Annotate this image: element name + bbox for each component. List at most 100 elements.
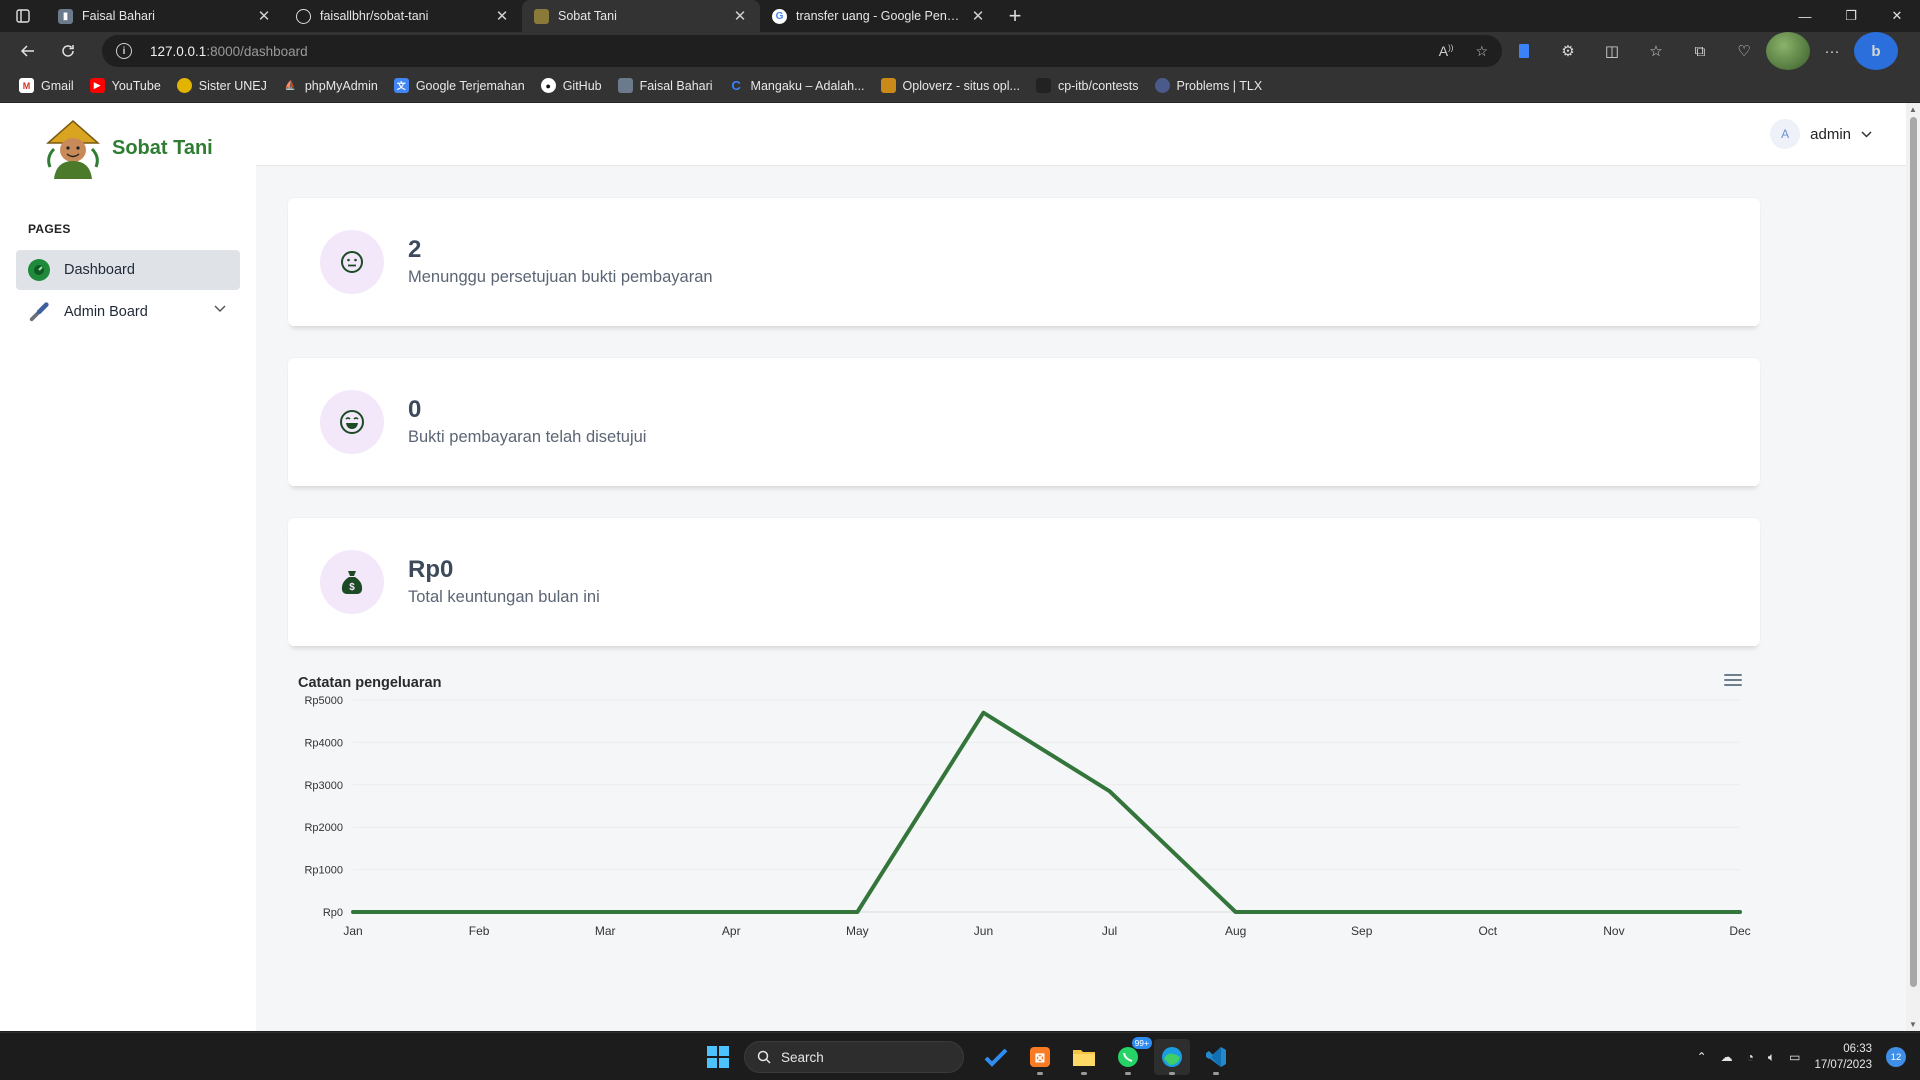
windows-taskbar: Search ⊠ 99+ ⌃ ☁ ◔ 🔈︎ ▭ 06:33 17/07/2023 bbox=[0, 1032, 1920, 1080]
github-favicon-icon bbox=[296, 8, 311, 24]
tab-title: Faisal Bahari bbox=[82, 9, 155, 23]
bookmark-faisal-bahari[interactable]: Faisal Bahari bbox=[611, 73, 720, 99]
chevron-up-icon[interactable]: ⌃ bbox=[1697, 1050, 1707, 1064]
stat-label: Total keuntungan bulan ini bbox=[408, 588, 600, 606]
collections-icon[interactable]: ⧉ bbox=[1678, 32, 1722, 70]
search-placeholder: Search bbox=[781, 1049, 824, 1065]
bookmark-google-translate[interactable]: 文 Google Terjemahan bbox=[387, 73, 532, 99]
phpmyadmin-icon: ⛵ bbox=[284, 80, 296, 90]
url-text: 127.0.0.1:8000/dashboard bbox=[150, 43, 308, 59]
brand[interactable]: Sobat Tani bbox=[40, 117, 213, 179]
battery-icon[interactable]: ▭ bbox=[1789, 1050, 1800, 1064]
taskbar-search[interactable]: Search bbox=[744, 1041, 964, 1073]
bookmark-mangaku[interactable]: C Mangaku – Adalah... bbox=[722, 73, 872, 99]
unej-icon bbox=[176, 78, 192, 93]
sidebar-item-admin-board[interactable]: Admin Board bbox=[16, 292, 240, 332]
oploverz-icon bbox=[880, 78, 896, 93]
farmer-logo-icon bbox=[40, 117, 106, 179]
restore-icon[interactable]: ❐ bbox=[1828, 0, 1874, 32]
bookmark-github[interactable]: ● GitHub bbox=[534, 73, 609, 99]
bookmark-youtube[interactable]: ▶ YouTube bbox=[83, 73, 168, 99]
edge-browser-icon[interactable] bbox=[1154, 1039, 1190, 1075]
bookmark-sister-unej[interactable]: Sister UNEJ bbox=[170, 73, 274, 99]
y-tick-label: Rp1000 bbox=[304, 865, 343, 877]
sidebar-item-dashboard[interactable]: Dashboard bbox=[16, 250, 240, 290]
refresh-icon[interactable] bbox=[48, 35, 88, 67]
browser-essentials-icon[interactable]: ♡ bbox=[1722, 32, 1766, 70]
back-icon[interactable] bbox=[8, 35, 48, 67]
chevron-down-icon[interactable] bbox=[214, 304, 226, 316]
close-window-icon[interactable]: ✕ bbox=[1874, 0, 1920, 32]
scrollbar-thumb[interactable] bbox=[1910, 117, 1917, 987]
user-menu[interactable]: A admin bbox=[1770, 119, 1872, 149]
xampp-icon[interactable]: ⊠ bbox=[1022, 1039, 1058, 1075]
onedrive-cloud-icon[interactable]: ☁ bbox=[1721, 1050, 1733, 1064]
split-screen-icon[interactable]: ◫ bbox=[1590, 32, 1634, 70]
extensions-puzzle-icon[interactable]: ⚙ bbox=[1546, 32, 1590, 70]
read-aloud-icon[interactable]: A)) bbox=[1439, 43, 1454, 59]
translate-icon: 文 bbox=[393, 78, 409, 93]
whatsapp-icon[interactable]: 99+ bbox=[1110, 1037, 1152, 1075]
clock-time: 06:33 bbox=[1843, 1043, 1872, 1055]
window-controls: — ❐ ✕ bbox=[1782, 0, 1920, 32]
bookmark-phpmyadmin[interactable]: ⛵ phpMyAdmin bbox=[276, 73, 385, 99]
tab-close-icon[interactable]: ✕ bbox=[732, 7, 748, 25]
site-info-icon[interactable]: i bbox=[116, 43, 132, 59]
data-point bbox=[1613, 911, 1615, 913]
browser-tab[interactable]: G transfer uang - Google Penelusuran ✕ bbox=[760, 0, 998, 32]
profile-avatar[interactable] bbox=[1766, 32, 1810, 70]
wifi-icon[interactable]: ◔ bbox=[1747, 1050, 1754, 1064]
tab-close-icon[interactable]: ✕ bbox=[970, 7, 986, 25]
data-point bbox=[856, 911, 858, 913]
avatar: A bbox=[1770, 119, 1801, 149]
tab-actions-icon[interactable] bbox=[0, 0, 46, 32]
data-point bbox=[604, 911, 606, 913]
tab-close-icon[interactable]: ✕ bbox=[494, 7, 510, 25]
minimize-icon[interactable]: — bbox=[1782, 0, 1828, 32]
file-explorer-icon[interactable] bbox=[1066, 1039, 1102, 1075]
google-favicon-icon: G bbox=[772, 8, 787, 24]
bookmark-gmail[interactable]: M Gmail bbox=[12, 73, 81, 99]
sidebar: Sobat Tani PAGES Dashboard Admin Board bbox=[0, 103, 256, 1031]
todo-app-icon[interactable] bbox=[978, 1039, 1014, 1075]
clock-date: 17/07/2023 bbox=[1814, 1059, 1872, 1071]
y-tick-label: Rp3000 bbox=[304, 780, 343, 792]
svg-text:$: $ bbox=[349, 582, 355, 593]
favorite-star-icon[interactable]: ☆ bbox=[1475, 43, 1488, 60]
tab-title: faisallbhr/sobat-tani bbox=[320, 9, 429, 23]
bing-copilot-icon[interactable]: b bbox=[1854, 32, 1898, 70]
money-bag-icon: $ bbox=[320, 550, 384, 614]
browser-tab[interactable]: faisallbhr/sobat-tani ✕ bbox=[284, 0, 522, 32]
browser-tab[interactable]: ▮ Faisal Bahari ✕ bbox=[46, 0, 284, 32]
github-icon: ● bbox=[540, 78, 556, 93]
data-point bbox=[982, 712, 984, 714]
x-tick-label: Oct bbox=[1478, 924, 1497, 938]
profile-favicon-icon: ▮ bbox=[58, 8, 73, 24]
data-point bbox=[352, 911, 354, 913]
windows-start-icon[interactable] bbox=[700, 1039, 736, 1075]
profile-icon bbox=[617, 78, 633, 93]
bookmark-tlx[interactable]: Problems | TLX bbox=[1148, 73, 1270, 99]
more-options-icon[interactable]: ··· bbox=[1810, 32, 1854, 70]
address-bar[interactable]: i 127.0.0.1:8000/dashboard A)) ☆ bbox=[102, 35, 1502, 67]
tab-close-icon[interactable]: ✕ bbox=[256, 7, 272, 25]
new-tab-icon[interactable]: + bbox=[998, 0, 1032, 32]
bookmark-cp-itb[interactable]: cp-itb/contests bbox=[1029, 73, 1146, 99]
volume-icon[interactable]: 🔈︎ bbox=[1768, 1050, 1775, 1065]
stat-card-pending: 2 Menunggu persetujuan bukti pembayaran bbox=[288, 198, 1760, 326]
bookmark-oploverz[interactable]: Oploverz - situs opl... bbox=[874, 73, 1027, 99]
browser-tab-active[interactable]: Sobat Tani ✕ bbox=[522, 0, 760, 32]
x-tick-label: Aug bbox=[1225, 924, 1246, 938]
scroll-up-icon[interactable]: ▲ bbox=[1909, 105, 1917, 114]
favorites-icon[interactable]: ☆ bbox=[1634, 32, 1678, 70]
notification-badge[interactable]: 12 bbox=[1886, 1047, 1906, 1067]
dashboard-icon bbox=[28, 259, 50, 281]
x-tick-label: Jul bbox=[1102, 924, 1117, 938]
extension-icon[interactable] bbox=[1502, 32, 1546, 70]
clock[interactable]: 06:33 17/07/2023 bbox=[1814, 1041, 1872, 1073]
vscode-icon[interactable] bbox=[1198, 1039, 1234, 1075]
browser-toolbar: i 127.0.0.1:8000/dashboard A)) ☆ ⚙ ◫ ☆ ⧉… bbox=[0, 32, 1920, 70]
page-scrollbar[interactable]: ▲ ▼ bbox=[1906, 103, 1920, 1031]
scroll-down-icon[interactable]: ▼ bbox=[1909, 1020, 1917, 1029]
top-header: A admin bbox=[256, 103, 1906, 166]
